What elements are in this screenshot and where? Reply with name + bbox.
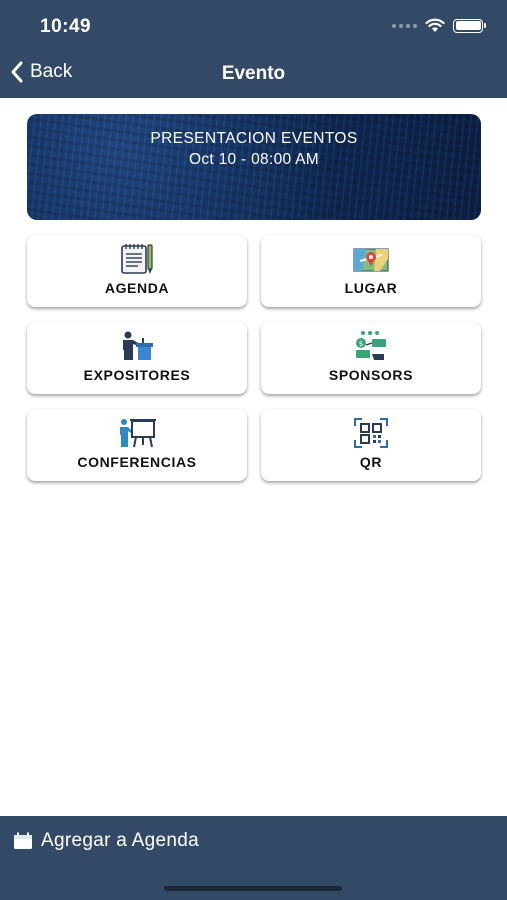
status-icons — [392, 18, 486, 33]
event-name: PRESENTACION EVENTOS — [150, 130, 358, 147]
expositores-button[interactable]: EXPOSITORES — [27, 322, 247, 394]
svg-text:$: $ — [359, 340, 363, 348]
notepad-icon — [121, 244, 153, 274]
home-indicator[interactable] — [164, 886, 342, 891]
top-bar: 10:49 Back Evento — [0, 0, 507, 98]
map-pin-icon — [353, 248, 389, 272]
event-banner: PRESENTACION EVENTOS Oct 10 - 08:00 AM — [27, 114, 481, 220]
wifi-icon — [425, 18, 445, 32]
conferencias-button[interactable]: CONFERENCIAS — [27, 409, 247, 481]
lugar-button[interactable]: LUGAR — [261, 235, 481, 307]
sponsors-button[interactable]: $ SPONSORS — [261, 322, 481, 394]
qr-label: QR — [359, 454, 383, 470]
qr-button[interactable]: QR — [261, 409, 481, 481]
expositores-label: EXPOSITORES — [83, 367, 191, 383]
cellular-signal-icon — [392, 23, 417, 28]
page-title: Evento — [221, 63, 286, 84]
speaker-podium-icon — [123, 331, 153, 360]
agenda-label: AGENDA — [104, 280, 170, 296]
calendar-icon — [14, 832, 32, 849]
conferencias-label: CONFERENCIAS — [77, 454, 197, 470]
money-exchange-icon: $ — [356, 331, 386, 360]
status-time: 10:49 — [40, 16, 92, 37]
add-to-agenda-button[interactable]: Agregar a Agenda — [13, 830, 199, 852]
agenda-button[interactable]: AGENDA — [27, 235, 247, 307]
lugar-label: LUGAR — [344, 280, 398, 296]
bottom-bar: Agregar a Agenda — [0, 816, 507, 900]
sponsors-label: SPONSORS — [328, 367, 414, 383]
add-to-agenda-label: Agregar a Agenda — [41, 830, 199, 851]
event-datetime: Oct 10 - 08:00 AM — [188, 151, 320, 168]
qr-code-icon — [354, 418, 388, 448]
presentation-board-icon — [120, 419, 156, 448]
battery-icon — [453, 18, 486, 33]
